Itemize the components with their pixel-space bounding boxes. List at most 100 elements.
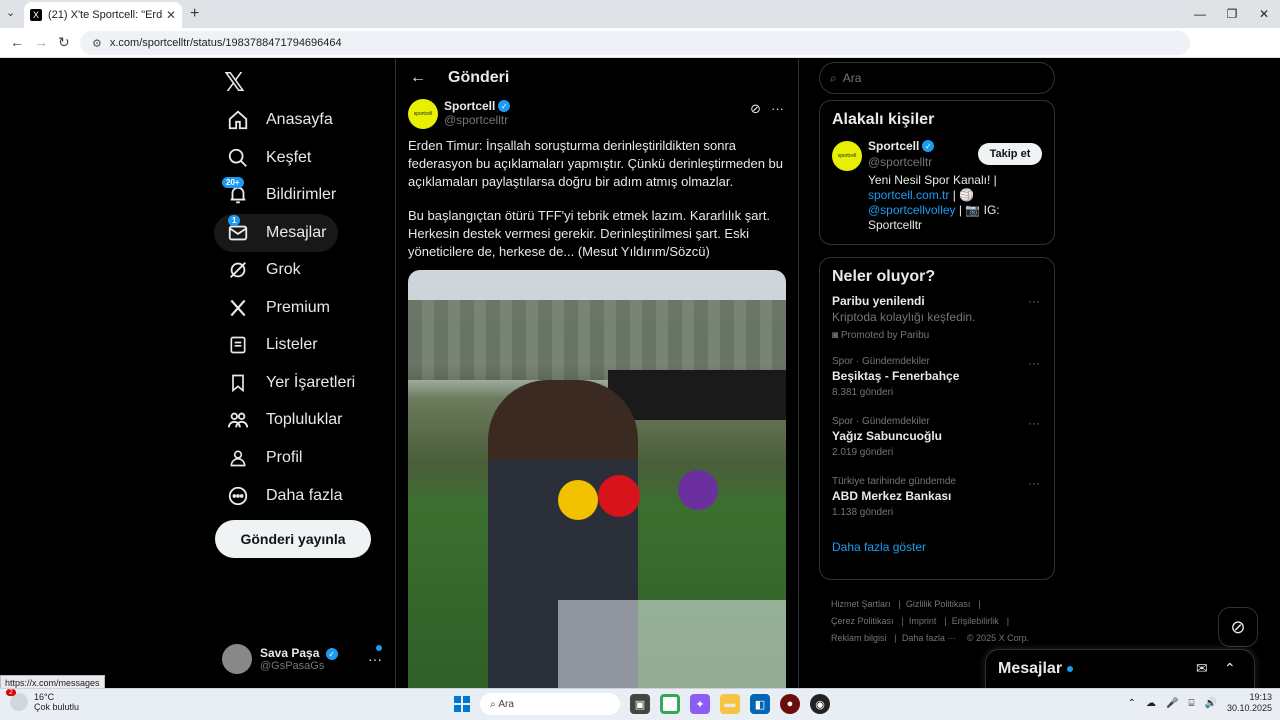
cloud-icon[interactable]: ☁ (1146, 698, 1156, 709)
promoted-label: ◙ Promoted by Paribu (832, 330, 930, 341)
messages-drawer[interactable]: Mesajlar ✉ ⌃ (985, 649, 1255, 688)
taskbar-search[interactable]: ⌕ Ara (480, 693, 620, 715)
avatar[interactable]: sportcell (408, 99, 438, 129)
related-name[interactable]: Sportcell ✓ (868, 139, 935, 153)
app-icon[interactable]: ● (780, 694, 800, 714)
verified-icon: ✓ (498, 100, 511, 112)
chevron-up-icon[interactable]: ⌃ (1128, 698, 1136, 709)
weather-widget[interactable]: 2 16°C Çok bulutlu (6, 689, 80, 712)
nav-home[interactable]: Anasayfa (214, 101, 345, 139)
back-icon[interactable]: ← (10, 34, 24, 50)
unread-dot (1067, 666, 1074, 672)
trend-item[interactable]: Spor · Gündemdekiler Yağız Sabuncuoğlu 2… (832, 416, 1042, 476)
network-icon[interactable]: ⌸ (1189, 698, 1195, 709)
trend-item[interactable]: Türkiye tarihinde gündemde ABD Merkez Ba… (832, 476, 1042, 536)
related-person[interactable]: sportcell Sportcell ✓ @sportcelltr Takip … (832, 137, 1042, 233)
more-horizontal-icon[interactable]: ··· (1028, 356, 1040, 370)
follow-button[interactable]: Takip et (978, 143, 1042, 165)
trend-subtitle: Kriptoda kolaylığı keşfedin. (832, 310, 976, 324)
trend-item[interactable]: Spor · Gündemdekiler Beşiktaş - Fenerbah… (832, 356, 1042, 416)
post-button[interactable]: Gönderi yayınla (215, 520, 371, 558)
tweet-author-handle[interactable]: @sportcelltr (444, 113, 510, 127)
maximize-icon[interactable]: ❐ (1216, 0, 1248, 28)
related-bio: Yeni Nesil Spor Kanalı! | sportcell.com.… (868, 173, 1000, 232)
chevron-up-icon[interactable]: ⌃ (1224, 660, 1236, 677)
nav-explore[interactable]: Keşfet (214, 139, 323, 177)
x-app: 𝕏 Anasayfa Keşfet 20+ Bildirimler 1 Mesa… (0, 59, 1280, 688)
window-controls: — ❐ ✕ (1184, 0, 1280, 28)
clock-date: 30.10.2025 (1226, 703, 1272, 713)
bookmark-icon (226, 371, 250, 395)
trend-promo[interactable]: Paribu yenilendi Kriptoda kolaylığı keşf… (832, 294, 1042, 356)
minimize-icon[interactable]: — (1184, 0, 1216, 28)
nav-messages[interactable]: 1 Mesajlar (214, 214, 339, 252)
trend-count: 1.138 gönderi (832, 507, 894, 518)
footer-link[interactable]: Çerez Politikası (831, 616, 894, 626)
notification-badge: 20+ (222, 177, 244, 188)
footer-link[interactable]: Erişilebilirlik (952, 616, 999, 626)
footer-link[interactable]: Reklam bilgisi (831, 633, 887, 643)
volume-icon[interactable]: 🔊 (1205, 698, 1217, 709)
footer-link[interactable]: Imprint (909, 616, 937, 626)
nav-more[interactable]: Daha fazla (214, 477, 355, 515)
trend-category: Spor · Gündemdekiler (832, 416, 930, 427)
search-input[interactable]: ⌕ Ara (819, 62, 1055, 94)
nav-label: Profil (266, 449, 303, 466)
task-view-icon[interactable]: ▣ (630, 694, 650, 714)
profile-name: Sava Paşa ✓ (260, 646, 338, 661)
chrome-icon[interactable] (660, 694, 680, 714)
tab-title: (21) X'te Sportcell: "Erden Timu (48, 9, 162, 21)
tweet-photo[interactable] (408, 270, 786, 688)
trend-count: 8.381 gönderi (832, 387, 894, 398)
bio-link[interactable]: sportcell.com.tr (868, 188, 949, 202)
footer-links: Hizmet Şartları | Gizlilik Politikası | Çe… (831, 599, 1030, 643)
avatar[interactable]: sportcell (832, 141, 862, 171)
more-horizontal-icon[interactable]: ··· (1028, 294, 1040, 308)
nav-notifications[interactable]: 20+ Bildirimler (214, 176, 348, 214)
new-tab-icon[interactable]: + (190, 5, 199, 23)
tweet-author-name[interactable]: Sportcell ✓ (444, 99, 511, 113)
show-more-link[interactable]: Daha fazla göster (832, 540, 1042, 554)
site-info-icon[interactable]: ⚙ (92, 37, 102, 50)
nav-premium[interactable]: Premium (214, 289, 342, 327)
tweet-paragraph: Bu başlangıçtan ötürü TFF'yi tebrik etme… (408, 208, 771, 259)
reload-icon[interactable]: ↻ (58, 34, 70, 51)
forward-icon[interactable]: → (34, 34, 48, 50)
clock[interactable]: 19:13 30.10.2025 (1227, 692, 1272, 714)
tab-list-dropdown-icon[interactable]: ⌄ (6, 6, 15, 19)
new-message-icon[interactable]: ✉ (1196, 660, 1208, 677)
back-arrow-icon[interactable]: ← (410, 69, 426, 87)
account-switcher[interactable]: Sava Paşa ✓ @GsPasaGs ··· (222, 637, 392, 681)
nav-profile[interactable]: Profil (214, 439, 314, 477)
more-horizontal-icon[interactable]: ··· (1028, 416, 1040, 430)
file-explorer-icon[interactable]: ▬ (720, 694, 740, 714)
weather-condition: Çok bulutlu (34, 702, 80, 712)
bio-link[interactable]: @sportcellvolley (868, 203, 956, 217)
more-horizontal-icon[interactable]: ··· (771, 101, 784, 117)
close-window-icon[interactable]: ✕ (1248, 0, 1280, 28)
x-logo-icon[interactable]: 𝕏 (224, 67, 245, 98)
footer-link[interactable]: Gizlilik Politikası (906, 599, 971, 609)
tweet-text: Erden Timur: İnşallah soruşturma derinle… (408, 137, 786, 261)
app-icon[interactable]: ◉ (810, 694, 830, 714)
footer-link[interactable]: Hizmet Şartları (831, 599, 891, 609)
photo-mic (558, 480, 598, 520)
browser-tab[interactable]: X (21) X'te Sportcell: "Erden Timu ✕ (24, 2, 182, 28)
windows-start-icon[interactable] (454, 696, 470, 712)
nav-bookmarks[interactable]: Yer İşaretleri (214, 364, 367, 402)
page-title: Gönderi (448, 69, 510, 86)
search-icon: ⌕ (830, 70, 837, 85)
nav-grok[interactable]: Grok (214, 251, 313, 289)
nav-communities[interactable]: Topluluklar (214, 401, 354, 439)
close-tab-icon[interactable]: ✕ (166, 8, 176, 22)
more-horizontal-icon[interactable]: ··· (1028, 476, 1040, 490)
store-icon[interactable]: ◧ (750, 694, 770, 714)
copilot-icon[interactable]: ✦ (690, 694, 710, 714)
nav-lists[interactable]: Listeler (214, 326, 330, 364)
footer-link[interactable]: Daha fazla ··· (902, 633, 957, 643)
grok-icon[interactable]: ⊘ (750, 101, 761, 117)
left-sidebar: 𝕏 Anasayfa Keşfet 20+ Bildirimler 1 Mesa… (214, 59, 394, 688)
grok-fab-icon[interactable]: ⊘ (1218, 607, 1258, 647)
more-horizontal-icon[interactable]: ··· (368, 651, 382, 667)
microphone-icon[interactable]: 🎤 (1166, 698, 1178, 709)
